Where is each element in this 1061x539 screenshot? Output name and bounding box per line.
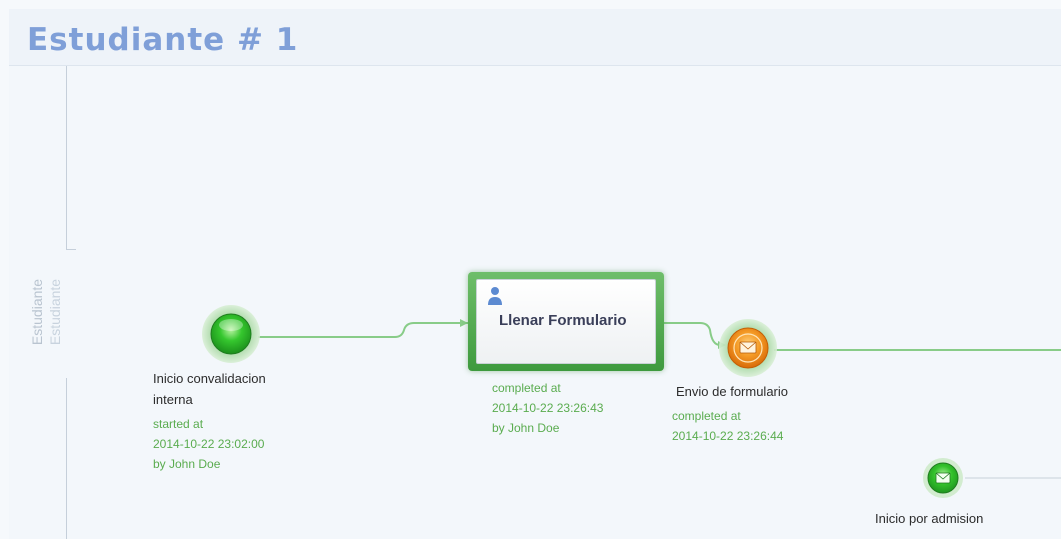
message-event-label: Envio de formulario [676,384,788,399]
start-event-status-label: started at [153,417,204,431]
flow-start-to-task [258,322,468,338]
message-event[interactable] [719,319,777,377]
user-task-status-label: completed at [492,381,561,395]
user-task-title: Llenar Formulario [499,312,627,329]
message-event-status: completed at 2014-10-22 23:26:44 [672,406,783,446]
start-event-status: started at 2014-10-22 23:02:00 by John D… [153,414,264,474]
message-event-status-time: 2014-10-22 23:26:44 [672,429,784,443]
user-task-status-user: by John Doe [492,421,560,435]
user-task-llenar-formulario[interactable]: Llenar Formulario [468,272,664,371]
start-event-status-time: 2014-10-22 23:02:00 [153,437,265,451]
start-event-status-user: by John Doe [153,457,221,471]
flow-arrowhead-task [460,319,468,327]
user-icon [488,287,502,305]
envelope-icon [739,341,757,354]
flow-task-to-message [664,322,724,346]
message-event-status-label: completed at [672,409,741,423]
start-event[interactable] [202,305,260,363]
user-task-body: Llenar Formulario [476,279,656,364]
start-event-label: Inicio convalidacion interna [153,368,266,410]
user-task-status-time: 2014-10-22 23:26:43 [492,401,604,415]
process-diagram-canvas: Estudiante # 1 Estudiante Estudiante Lle… [0,0,1061,539]
start-event-label-line2: interna [153,392,193,407]
message-start-event-label: Inicio por admision [875,511,984,526]
envelope-icon [935,472,951,484]
start-event-label-line1: Inicio convalidacion [153,371,266,386]
message-start-event[interactable] [923,458,963,498]
user-task-status: completed at 2014-10-22 23:26:43 by John… [492,378,603,438]
